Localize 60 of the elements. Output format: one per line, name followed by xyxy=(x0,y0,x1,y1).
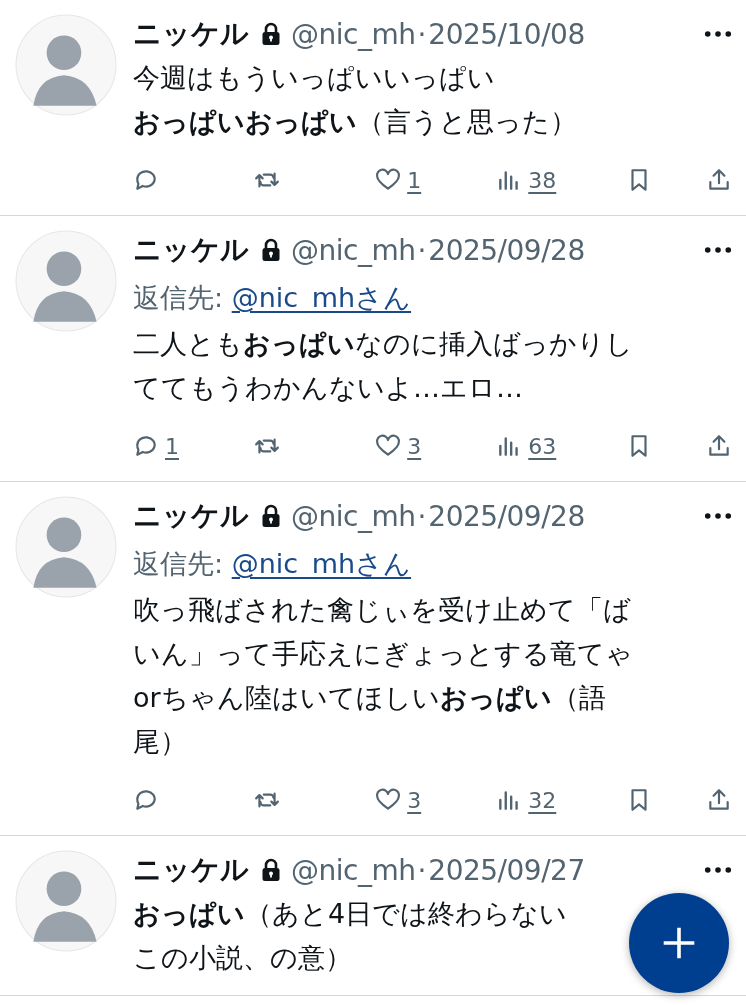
lock-icon xyxy=(261,504,281,528)
more-icon[interactable] xyxy=(704,512,732,520)
post-text-line: 二人ともおっぱいなのに挿入ばっかりし xyxy=(133,327,633,361)
like-count[interactable]: 1 xyxy=(407,167,422,193)
reply-label: 返信先: xyxy=(133,548,225,579)
post-date[interactable]: 2025/10/08 xyxy=(428,17,585,51)
avatar-icon[interactable] xyxy=(15,850,117,952)
view-count[interactable]: 63 xyxy=(528,433,557,459)
reply-label: 返信先: xyxy=(133,282,225,313)
post-text-line: この小説、の意） xyxy=(133,941,352,975)
post-text-line: 尾） xyxy=(133,725,187,759)
user-name[interactable]: ニッケル xyxy=(133,15,249,53)
post-text-line: おっぱい（あと4日では終わらない xyxy=(133,897,568,931)
more-icon[interactable] xyxy=(704,866,732,874)
more-icon[interactable] xyxy=(704,30,732,38)
plus-icon xyxy=(661,925,697,961)
view-count[interactable]: 38 xyxy=(528,167,557,193)
avatar-icon[interactable] xyxy=(15,14,117,116)
like-count[interactable]: 3 xyxy=(407,787,422,813)
avatar-icon[interactable] xyxy=(15,230,117,332)
compose-button[interactable] xyxy=(629,893,729,993)
post-date[interactable]: 2025/09/28 xyxy=(428,499,585,533)
share-icon[interactable] xyxy=(706,167,732,193)
post-date[interactable]: 2025/09/28 xyxy=(428,233,585,267)
separator-dot: · xyxy=(417,853,427,887)
lock-icon xyxy=(261,858,281,882)
view-count[interactable]: 32 xyxy=(528,787,557,813)
user-name[interactable]: ニッケル xyxy=(133,231,249,269)
post-text-line: 吹っ飛ばされた禽じぃを受け止めて「ば xyxy=(133,593,631,627)
share-icon[interactable] xyxy=(706,433,732,459)
user-name[interactable]: ニッケル xyxy=(133,851,249,889)
more-icon[interactable] xyxy=(704,246,732,254)
separator-dot: · xyxy=(417,17,427,51)
post-text-line: ててもうわかんないよ…エロ… xyxy=(133,371,523,405)
heart-icon[interactable] xyxy=(375,167,402,193)
lock-icon xyxy=(261,238,281,262)
post-text-line: おっぱいおっぱい（言うと思った） xyxy=(133,105,577,139)
reply-icon[interactable] xyxy=(133,787,159,813)
reply-count[interactable]: 1 xyxy=(165,433,179,459)
mention-link[interactable]: @nic_mhさん xyxy=(231,282,412,313)
separator-dot: · xyxy=(417,233,427,267)
reply-icon[interactable] xyxy=(133,167,159,193)
heart-icon[interactable] xyxy=(375,433,402,459)
share-icon[interactable] xyxy=(706,787,732,813)
user-handle[interactable]: @nic_mh xyxy=(291,17,416,51)
post-text-line: いん」って手応えにぎょっとする竜てゃ xyxy=(133,637,633,671)
mention-link[interactable]: @nic_mhさん xyxy=(231,548,412,579)
lock-icon xyxy=(261,22,281,46)
user-name[interactable]: ニッケル xyxy=(133,497,249,535)
user-handle[interactable]: @nic_mh xyxy=(291,853,416,887)
user-handle[interactable]: @nic_mh xyxy=(291,233,416,267)
heart-icon[interactable] xyxy=(375,787,402,813)
post-date[interactable]: 2025/09/27 xyxy=(428,853,585,887)
reply-icon[interactable] xyxy=(133,433,159,459)
like-count[interactable]: 3 xyxy=(407,433,422,459)
post-text-line: 今週はもういっぱいいっぱい xyxy=(133,61,495,95)
user-handle[interactable]: @nic_mh xyxy=(291,499,416,533)
avatar-icon[interactable] xyxy=(15,496,117,598)
post-text-line: orちゃん陸はいてほしいおっぱい（語 xyxy=(133,681,606,715)
separator-dot: · xyxy=(417,499,427,533)
